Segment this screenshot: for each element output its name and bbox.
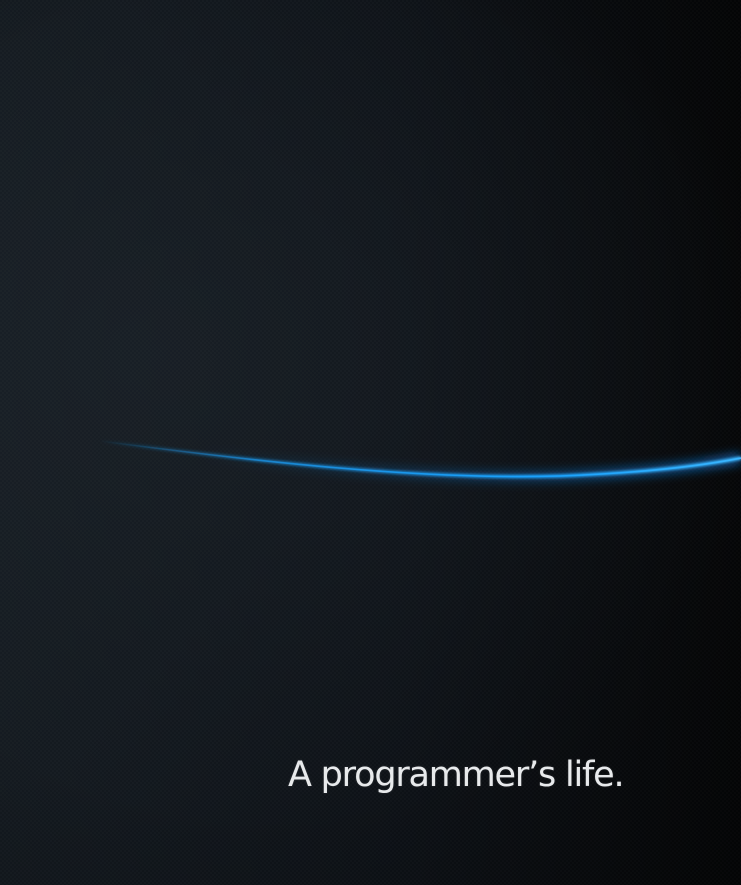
wallpaper: A programmer’s life. bbox=[0, 0, 741, 885]
tagline-text: A programmer’s life. bbox=[288, 755, 625, 795]
blue-light-streak bbox=[99, 436, 741, 482]
